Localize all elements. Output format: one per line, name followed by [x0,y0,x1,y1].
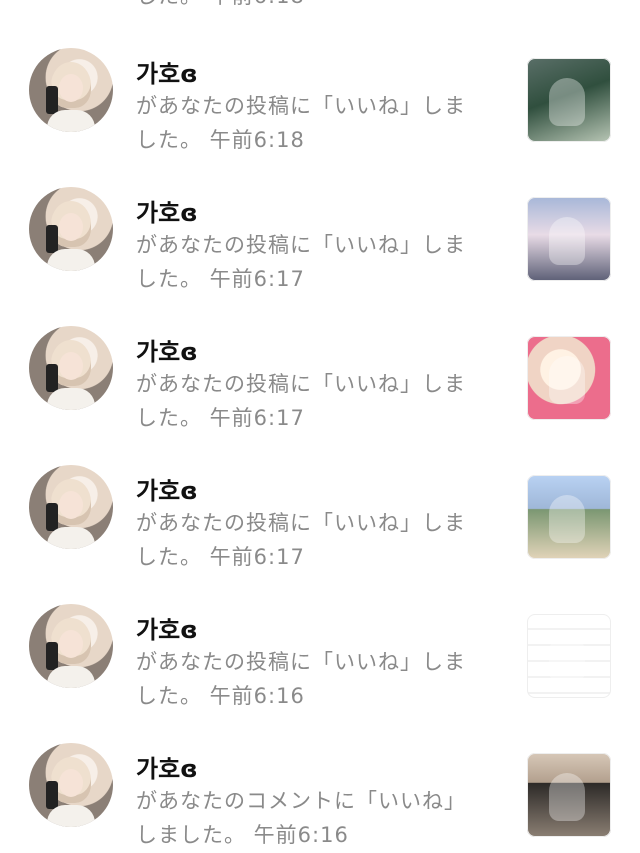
avatar-shirt-shape [47,527,95,549]
notification-message-line-1: があなたのコメントに「いいね」 [136,789,466,813]
notification-item[interactable]: 가호ɞ があなたの投稿に「いいね」しま した。 午前6:16 [0,594,640,724]
notification-message-line-2: しました。 午前6:16 [136,823,349,847]
avatar-phone-shape [46,642,58,670]
notification-item[interactable]: 가호ɞ があなたの投稿に「いいね」しま した。 午前6:17 [0,455,640,585]
avatar[interactable] [29,187,113,271]
avatar-face-shape [59,74,83,102]
thumbnail-subject-shape [549,495,585,543]
notification-user-name: 가호ɞ [136,477,198,505]
post-thumbnail[interactable] [527,475,611,559]
avatar-face-shape [59,769,83,797]
notification-message-line-2: した。 午前6:18 [136,128,305,152]
post-thumbnail[interactable] [527,336,611,420]
notification-user-name: 가호ɞ [136,199,198,227]
notification-item[interactable]: 가호ɞ があなたの投稿に「いいね」しま した。 午前6:17 [0,177,640,307]
notification-message-line-1: があなたの投稿に「いいね」しま [136,650,466,674]
avatar-phone-shape [46,225,58,253]
avatar[interactable] [29,465,113,549]
avatar[interactable] [29,743,113,827]
avatar-face-shape [59,352,83,380]
avatar-face-shape [59,213,83,241]
notification-user-name: 가호ɞ [136,60,198,88]
avatar-shirt-shape [47,388,95,410]
avatar-phone-shape [46,503,58,531]
avatar-phone-shape [46,364,58,392]
partial-notification-item[interactable]: した。 午前6:18 [0,0,640,16]
notification-user-name: 가호ɞ [136,616,198,644]
notification-message-line-1: があなたの投稿に「いいね」しま [136,94,466,118]
avatar-face-shape [59,491,83,519]
notification-message-line-1: があなたの投稿に「いいね」しま [136,233,466,257]
post-thumbnail[interactable] [527,197,611,281]
notification-user-name: 가호ɞ [136,338,198,366]
post-thumbnail[interactable] [527,58,611,142]
thumbnail-subject-shape [549,634,585,682]
avatar[interactable] [29,48,113,132]
notification-message-line-2: した。 午前6:16 [136,684,305,708]
notification-item[interactable]: 가호ɞ があなたの投稿に「いいね」しま した。 午前6:18 [0,38,640,168]
avatar-shirt-shape [47,110,95,132]
notification-message-line-2: した。 午前6:17 [136,545,305,569]
post-thumbnail[interactable] [527,614,611,698]
notification-message-line-1: があなたの投稿に「いいね」しま [136,372,466,396]
partial-notification-text: した。 午前6:18 [136,0,305,10]
notification-item[interactable]: 가호ɞ があなたの投稿に「いいね」しま した。 午前6:17 [0,316,640,446]
avatar-shirt-shape [47,249,95,271]
avatar-shirt-shape [47,666,95,688]
thumbnail-subject-shape [549,356,585,404]
thumbnail-subject-shape [549,773,585,821]
thumbnail-subject-shape [549,78,585,126]
notification-message-line-2: した。 午前6:17 [136,267,305,291]
notification-message-line-2: した。 午前6:17 [136,406,305,430]
notification-user-name: 가호ɞ [136,755,198,783]
avatar-shirt-shape [47,805,95,827]
notification-message-line-1: があなたの投稿に「いいね」しま [136,511,466,535]
avatar[interactable] [29,604,113,688]
avatar-phone-shape [46,86,58,114]
avatar[interactable] [29,326,113,410]
post-thumbnail[interactable] [527,753,611,837]
avatar-phone-shape [46,781,58,809]
avatar-face-shape [59,630,83,658]
notification-item[interactable]: 가호ɞ があなたのコメントに「いいね」 しました。 午前6:16 [0,733,640,853]
thumbnail-subject-shape [549,217,585,265]
